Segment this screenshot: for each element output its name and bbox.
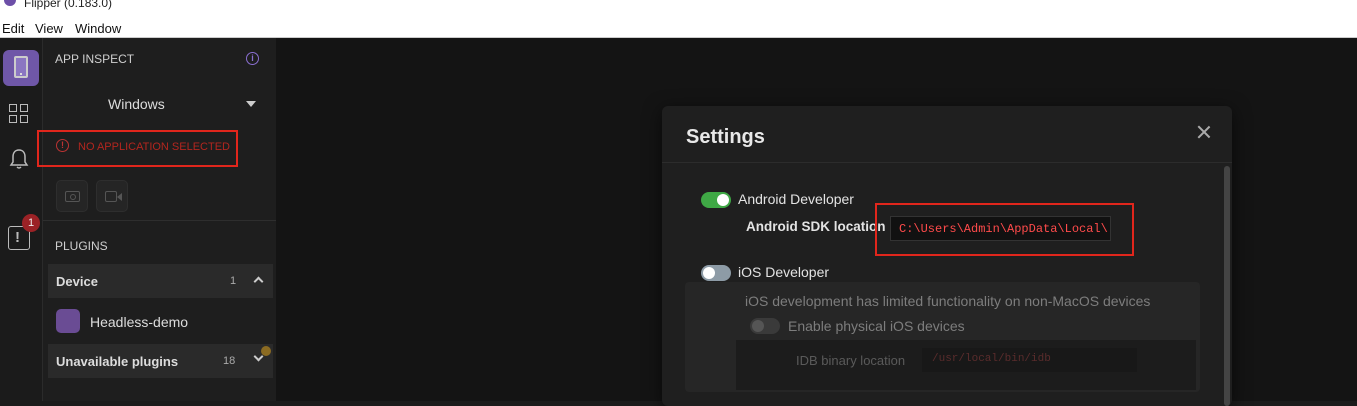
ios-settings-panel: iOS development has limited functionalit…	[685, 282, 1200, 392]
scrollbar[interactable]	[1224, 166, 1230, 406]
plugin-label: Headless-demo	[90, 314, 189, 330]
settings-dialog: Settings Android Developer Android SDK l…	[662, 106, 1232, 406]
record-video-button[interactable]	[96, 180, 128, 212]
idb-label: IDB binary location	[796, 353, 906, 368]
menu-view[interactable]: View	[35, 21, 63, 36]
android-developer-toggle[interactable]	[701, 192, 731, 208]
plugin-group-label: Device	[56, 274, 98, 289]
status-dot	[261, 346, 271, 356]
device-select[interactable]: Windows	[53, 92, 263, 116]
left-rail: 1	[0, 38, 42, 401]
device-select-value: Windows	[108, 96, 165, 112]
ios-note: iOS development has limited functionalit…	[745, 293, 1151, 309]
bell-icon[interactable]	[9, 148, 29, 170]
android-sdk-label: Android SDK location	[746, 219, 886, 234]
flipper-logo-icon	[4, 0, 16, 6]
main-area: Settings Android Developer Android SDK l…	[276, 38, 1357, 406]
plugins-heading: PLUGINS	[55, 239, 108, 253]
sidebar: APP INSPECT i Windows ! NO APPLICATION S…	[42, 38, 277, 401]
screenshot-button[interactable]	[56, 180, 88, 212]
android-developer-label: Android Developer	[738, 191, 854, 207]
camera-icon	[65, 191, 80, 202]
idb-row: IDB binary location /usr/local/bin/idb	[736, 340, 1196, 390]
highlight-box	[875, 203, 1134, 256]
plugin-icon	[56, 309, 80, 333]
caret-down-icon	[246, 101, 256, 107]
close-icon[interactable]	[1196, 124, 1212, 140]
menu-window[interactable]: Window	[75, 21, 121, 36]
device-button[interactable]	[3, 50, 39, 86]
chevron-up-icon[interactable]	[253, 276, 264, 287]
notification-badge: 1	[22, 214, 40, 232]
plugin-group-unavailable[interactable]: Unavailable plugins 18	[48, 344, 273, 378]
info-icon[interactable]: i	[246, 52, 259, 65]
video-camera-icon	[105, 191, 122, 202]
app-inspect-heading: APP INSPECT	[55, 52, 135, 66]
highlight-box	[37, 130, 238, 167]
dialog-title: Settings	[686, 126, 765, 148]
window-title: Flipper (0.183.0)	[24, 0, 113, 10]
plugin-item-headless-demo[interactable]: Headless-demo	[48, 304, 273, 338]
ios-developer-label: iOS Developer	[738, 264, 830, 280]
plugin-group-count: 18	[223, 355, 236, 367]
ios-developer-toggle[interactable]	[701, 265, 731, 281]
plugin-group-label: Unavailable plugins	[56, 354, 179, 369]
window-titlebar: Flipper (0.183.0)	[0, 0, 1357, 18]
menu-bar: Edit View Window	[0, 18, 1357, 38]
menu-edit[interactable]: Edit	[2, 21, 24, 36]
plugin-group-count: 1	[230, 275, 237, 287]
sidebar-divider	[43, 220, 277, 221]
apps-grid-icon[interactable]	[9, 104, 29, 124]
phone-icon	[14, 56, 28, 78]
physical-ios-label: Enable physical iOS devices	[788, 318, 965, 334]
idb-input[interactable]: /usr/local/bin/idb	[922, 348, 1137, 372]
plugin-group-device[interactable]: Device 1	[48, 264, 273, 298]
dialog-divider	[662, 162, 1232, 163]
physical-ios-toggle[interactable]	[750, 318, 780, 334]
